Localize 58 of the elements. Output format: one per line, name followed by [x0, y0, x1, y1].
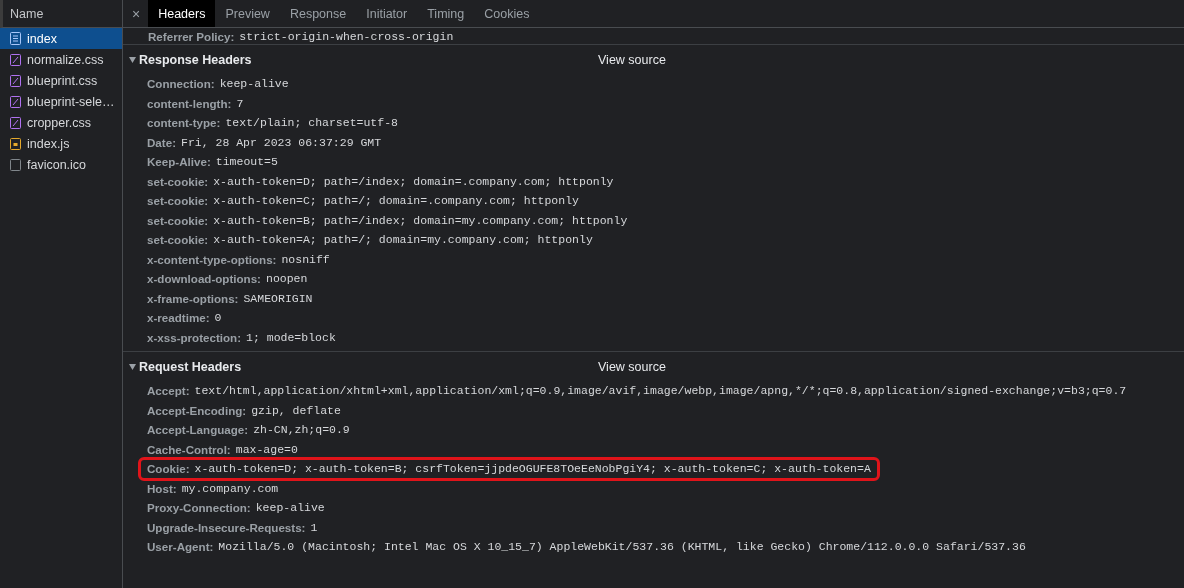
view-source-link[interactable]: View source — [598, 53, 666, 67]
request-item[interactable]: normalize.css — [0, 49, 122, 70]
triangle-icon — [129, 364, 136, 370]
request-item[interactable]: blueprint-sele… — [0, 91, 122, 112]
header-line: Keep-Alive: timeout=5 — [146, 154, 279, 171]
tab[interactable]: Preview — [215, 0, 280, 27]
request-item[interactable]: index.js — [0, 133, 122, 154]
header-line: x-xss-protection: 1; mode=block — [146, 329, 337, 346]
request-item[interactable]: cropper.css — [0, 112, 122, 133]
request-item[interactable]: blueprint.css — [0, 70, 122, 91]
document-icon — [10, 32, 21, 45]
request-name: index — [27, 31, 57, 46]
close-button[interactable]: × — [123, 0, 149, 27]
stylesheet-icon — [10, 53, 21, 66]
header-line: Accept-Encoding: gzip, deflate — [146, 402, 342, 419]
request-item[interactable]: index — [0, 28, 122, 49]
header-line: Cache-Control: max-age=0 — [146, 441, 299, 458]
header-line: Referrer Policy: strict-origin-when-cross-origin — [147, 28, 455, 44]
tab[interactable]: Timing — [417, 0, 475, 27]
header-line: x-readtime: 0 — [146, 310, 223, 327]
highlighted-header-line: Cookie: x-auth-token=D; x-auth-token=B; csrfToken=jjpdeOGUFE8TOeEeNobPgiY4; x-auth-token=C; x-auth-token=A — [141, 460, 877, 478]
tab[interactable]: Response — [279, 0, 357, 27]
header-line: Proxy-Connection: keep-alive — [146, 500, 326, 517]
stylesheet-icon — [10, 116, 21, 129]
section-toggle[interactable]: Request Headers — [129, 360, 598, 374]
request-item[interactable]: favicon.ico — [0, 154, 122, 175]
view-source-link[interactable]: View source — [598, 360, 666, 374]
header-line: Upgrade-Insecure-Requests: 1 — [146, 519, 319, 536]
request-name: normalize.css — [27, 52, 104, 67]
header-line: content-length: 7 — [146, 95, 245, 112]
tab[interactable]: Cookies — [474, 0, 540, 27]
triangle-icon — [129, 57, 136, 63]
request-name: blueprint.css — [27, 73, 98, 88]
request-name: blueprint-sele… — [27, 94, 115, 109]
header-line: x-frame-options: SAMEORIGIN — [146, 290, 314, 307]
tab[interactable]: Initiator — [356, 0, 418, 27]
header-line: set-cookie: x-auth-token=A; path=/; domain=my.company.com; httponly — [146, 232, 594, 249]
header-line: Connection: keep-alive — [146, 76, 290, 93]
header-line: set-cookie: x-auth-token=D; path=/index; domain=.company.com; httponly — [146, 173, 615, 190]
stylesheet-icon — [10, 74, 21, 87]
header-line: Accept: text/html,application/xhtml+xml,application/xml;q=0.9,image/avif,image/webp,image/apng,*/*;q=0.8,application/signed-exchange;v=b3;q=0.7 — [146, 383, 1128, 400]
script-icon — [10, 137, 21, 150]
request-name: index.js — [27, 136, 70, 151]
header-line: x-content-type-options: nosniff — [146, 251, 331, 268]
header-line: Accept-Language: zh-CN,zh;q=0.9 — [146, 422, 351, 439]
section-toggle[interactable]: Response Headers — [129, 53, 598, 67]
file-icon — [10, 158, 21, 171]
stylesheet-icon — [10, 95, 21, 108]
header-line: content-type: text/plain; charset=utf-8 — [146, 115, 399, 132]
request-name: favicon.ico — [27, 157, 87, 172]
tab[interactable]: Headers — [148, 0, 216, 27]
request-name: cropper.css — [27, 115, 91, 130]
header-line: set-cookie: x-auth-token=C; path=/; domain=.company.com; httponly — [146, 193, 580, 210]
header-line: x-download-options: noopen — [146, 271, 309, 288]
header-line: set-cookie: x-auth-token=B; path=/index; domain=my.company.com; httponly — [146, 212, 629, 229]
header-line: User-Agent: Mozilla/5.0 (Macintosh; Intel Mac OS X 10_15_7) AppleWebKit/537.36 (KHTML, like Gecko) Chrome/112.0.0.0 Safari/537.36 — [146, 539, 1027, 556]
header-line: Date: Fri, 28 Apr 2023 06:37:29 GMT — [146, 134, 383, 151]
header-line: Host: my.company.com — [146, 480, 280, 497]
